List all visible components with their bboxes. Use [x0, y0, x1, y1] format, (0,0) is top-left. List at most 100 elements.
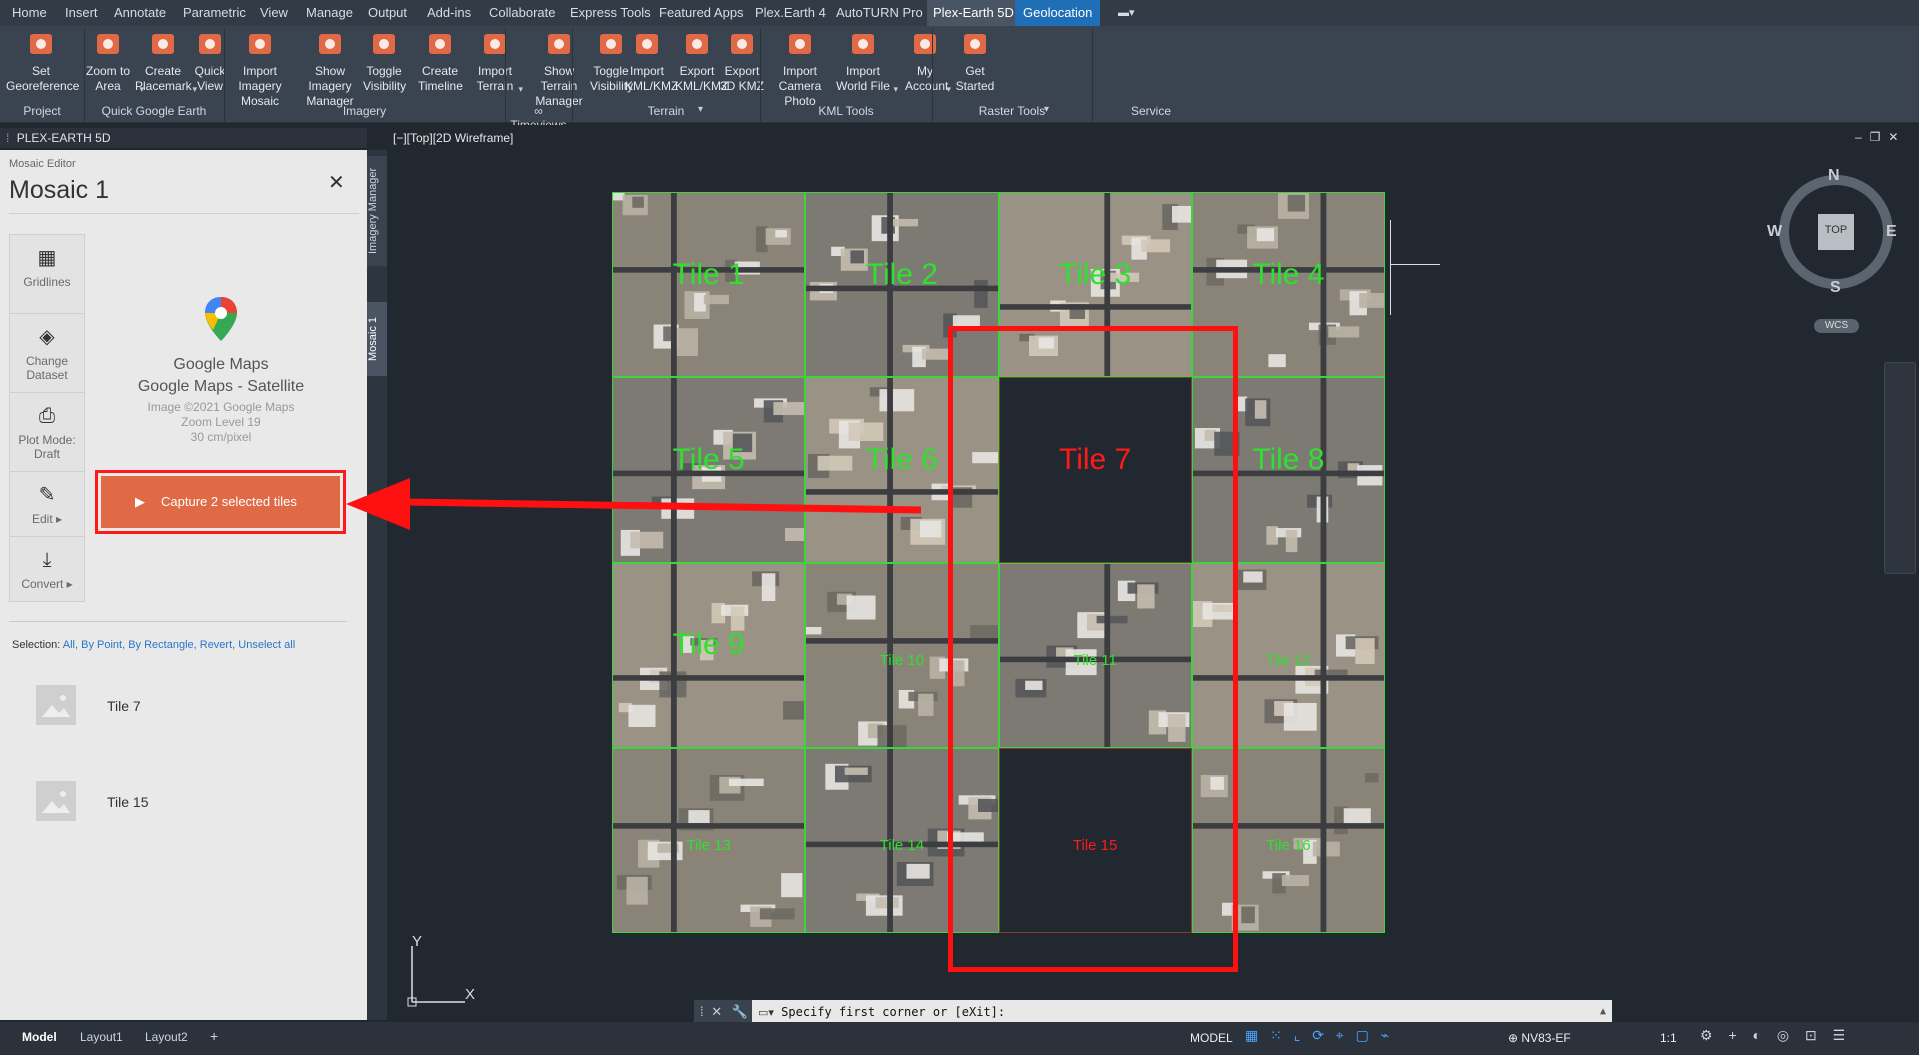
tab-view[interactable]: View: [260, 0, 288, 26]
show-terrain-manager-button[interactable]: Show Terrain Manager: [530, 30, 588, 109]
panel-expand-icon[interactable]: ▾: [1044, 104, 1049, 115]
unselect-all-link[interactable]: Unselect all: [238, 639, 295, 651]
tab-parametric[interactable]: Parametric: [183, 0, 246, 26]
zoom-to-area-button[interactable]: Zoom to Area ▾: [78, 30, 144, 94]
create-placemark-button[interactable]: Create Placemark ▾: [135, 30, 197, 94]
tab-autoturn-pro[interactable]: AutoTURN Pro: [836, 0, 923, 26]
dropdown-arrow-icon[interactable]: ▾: [893, 82, 898, 97]
tab-model[interactable]: Model: [22, 1030, 57, 1044]
palette-title: PLEX-EARTH 5D: [16, 131, 111, 145]
import-world-file-button[interactable]: Import World File ▾: [834, 30, 898, 94]
quick-view-button[interactable]: Quick View: [192, 30, 228, 94]
viewcube-top-face[interactable]: TOP: [1818, 224, 1854, 236]
command-line-tools[interactable]: ⁞ ✕ 🔧: [694, 1000, 752, 1024]
selection-rectangle: [948, 326, 1238, 972]
imagery-manager-icon: [315, 30, 345, 60]
tab-featured-apps[interactable]: Featured Apps: [659, 0, 744, 26]
compass-south[interactable]: S: [1830, 279, 1841, 297]
google-maps-pin-icon: [201, 295, 241, 345]
import-camera-photo-button[interactable]: Import Camera Photo: [767, 30, 833, 109]
tab-imagery-manager[interactable]: Imagery Manager: [367, 156, 387, 266]
placemark-icon: [148, 30, 178, 60]
globe-icon: ⊕: [1508, 1031, 1519, 1045]
coordinate-system[interactable]: ⊕ NV83-EF: [1508, 1031, 1571, 1045]
edit-pencil-icon: ✎: [38, 484, 56, 506]
status-snap-icons[interactable]: ▦ ⁙ ⌞ ⟳ ⌖ ▢ ⌁: [1245, 1027, 1393, 1044]
compass-east[interactable]: E: [1886, 223, 1897, 241]
wrench-icon[interactable]: 🔧: [732, 1004, 748, 1019]
export-kml-kmz-button[interactable]: Export KML/KMZ: [675, 30, 728, 94]
gridlines-button[interactable]: ▦ Gridlines: [9, 234, 85, 314]
tab-layout2[interactable]: Layout2: [145, 1030, 188, 1044]
list-item[interactable]: Tile 7: [0, 675, 367, 739]
chevron-up-icon[interactable]: ▲: [1600, 1000, 1606, 1024]
ucs-y-label: Y: [412, 933, 423, 950]
edit-button[interactable]: ✎ Edit ▸: [9, 471, 85, 537]
convert-label: Convert ▸: [21, 577, 73, 591]
tab-insert[interactable]: Insert: [65, 0, 98, 26]
set-georeference-button[interactable]: Set Georeference: [6, 30, 79, 94]
my-account-button[interactable]: My Account ▾: [905, 30, 951, 94]
command-line[interactable]: ▭▾ Specify first corner or [eXit]: ▲: [752, 1000, 1612, 1024]
select-by-point-link[interactable]: By Point,: [81, 639, 125, 651]
model-space-toggle[interactable]: MODEL: [1190, 1031, 1233, 1045]
revert-link[interactable]: Revert,: [200, 639, 235, 651]
compass-west[interactable]: W: [1767, 223, 1782, 241]
tab-mosaic-1[interactable]: Mosaic 1: [367, 302, 387, 376]
mosaic-tile[interactable]: Tile 9: [612, 562, 806, 748]
wcs-menu[interactable]: WCS: [1814, 319, 1859, 333]
mosaic-tile[interactable]: Tile 13: [612, 747, 806, 933]
mosaic-tile[interactable]: Tile 5: [612, 377, 806, 563]
import-imagery-mosaic-button[interactable]: Import Imagery Mosaic: [225, 30, 295, 109]
ribbon-button-label: Create: [144, 64, 182, 78]
ribbon-button-label: World File: [836, 79, 890, 93]
capture-button[interactable]: ▶ Capture 2 selected tiles: [101, 476, 340, 528]
mosaic-tile[interactable]: Tile 1: [612, 192, 806, 378]
list-item[interactable]: Tile 15: [0, 771, 367, 835]
panel-expand-icon[interactable]: ▾: [698, 104, 703, 115]
tab-annotate[interactable]: Annotate: [114, 0, 166, 26]
annotation-scale[interactable]: 1:1: [1660, 1031, 1677, 1045]
tab-express-tools[interactable]: Express Tools: [570, 0, 651, 26]
tab-manage[interactable]: Manage: [306, 0, 353, 26]
get-started-button[interactable]: Get Started: [955, 30, 995, 94]
create-timeline-button[interactable]: Create Timeline: [418, 30, 463, 94]
image-placeholder-icon: [36, 781, 76, 821]
ribbon-panel-title: KML Tools: [818, 104, 874, 118]
close-icon[interactable]: ✕: [328, 170, 345, 195]
tab-overflow-icon[interactable]: ▬▾: [1118, 0, 1135, 26]
import-kml-kmz-button[interactable]: Import KML/KMZ: [625, 30, 678, 94]
select-by-rectangle-link[interactable]: By Rectangle,: [128, 639, 196, 651]
convert-button[interactable]: ⤓ Convert ▸: [9, 536, 85, 602]
palette-title-bar[interactable]: ⁞ PLEX-EARTH 5D: [0, 128, 367, 148]
tab-plex-earth-4[interactable]: Plex.Earth 4: [755, 0, 826, 26]
change-dataset-button[interactable]: ◈ Change Dataset: [9, 313, 85, 393]
export-3d-kmz-button[interactable]: Export 3D KMZ: [720, 30, 764, 94]
tab-collaborate[interactable]: Collaborate: [489, 0, 556, 26]
tab-output[interactable]: Output: [368, 0, 407, 26]
ribbon-panel-title: Service: [1130, 104, 1171, 118]
tab-layout1[interactable]: Layout1: [80, 1030, 123, 1044]
dropdown-arrow-icon[interactable]: ▾: [946, 82, 951, 97]
select-all-link[interactable]: All,: [63, 639, 78, 651]
gridlines-label: Gridlines: [23, 275, 71, 289]
toggle-visibility-button[interactable]: Toggle Visibility: [363, 30, 406, 94]
resolution-text: 30 cm/pixel: [190, 430, 252, 444]
status-tray-icons[interactable]: ⚙ + ◐ ◎ ⊡ ☰: [1700, 1027, 1851, 1044]
plot-mode-button[interactable]: ⎙ Plot Mode: Draft: [9, 392, 85, 472]
dropdown-arrow-icon[interactable]: ▾: [518, 82, 523, 97]
tab-add-ins[interactable]: Add-ins: [427, 0, 471, 26]
import-terrain-button[interactable]: Import Terrain ▾: [473, 30, 523, 94]
tile-list-label: Tile 15: [107, 794, 149, 810]
close-icon[interactable]: ✕: [711, 1004, 722, 1019]
tab-geolocation[interactable]: Geolocation: [1015, 0, 1101, 26]
tab-home[interactable]: Home: [12, 0, 47, 26]
capture-button-label: Capture 2 selected tiles: [161, 494, 297, 509]
show-imagery-manager-button[interactable]: Show Imagery Manager: [297, 30, 363, 109]
compass-north[interactable]: N: [1828, 167, 1840, 185]
navigation-bar[interactable]: [1884, 362, 1916, 574]
tab-plex-earth-5d[interactable]: Plex-Earth 5D: [927, 0, 1020, 26]
add-layout-button[interactable]: +: [210, 1028, 218, 1044]
viewport-controls[interactable]: [−][Top][2D Wireframe]: [393, 131, 513, 145]
viewport-window-controls[interactable]: –❐✕: [1855, 130, 1907, 144]
